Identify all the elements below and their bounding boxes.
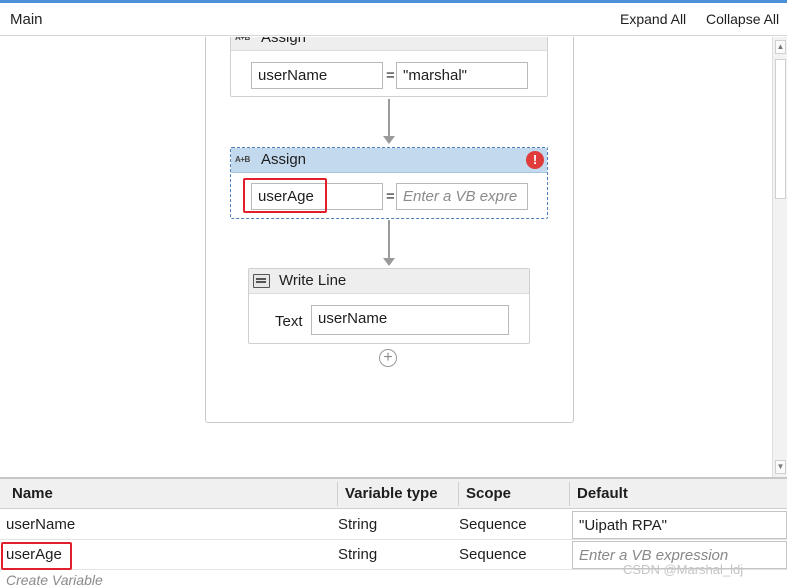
table-row[interactable]: userName String Sequence "Uipath RPA": [0, 510, 787, 540]
variable-type-cell[interactable]: String: [332, 540, 452, 569]
variable-default-field[interactable]: "Uipath RPA": [572, 511, 787, 539]
assign-equals-sign: =: [386, 67, 395, 84]
highlight-box-userage-variable: [1, 542, 72, 570]
column-header-scope[interactable]: Scope: [458, 479, 568, 508]
assign-activity-username[interactable]: A+B Assign userName = "marshal": [230, 37, 548, 97]
highlight-box-userage: [243, 178, 327, 213]
flow-arrow-icon: [383, 136, 395, 144]
write-line-text-field[interactable]: userName: [311, 305, 509, 335]
write-line-icon: [253, 274, 270, 288]
assign-activity-header[interactable]: A+B Assign: [231, 37, 547, 51]
error-icon[interactable]: !: [526, 151, 544, 169]
flow-arrow-icon: [383, 258, 395, 266]
expand-all-button[interactable]: Expand All: [620, 11, 686, 27]
assign-equals-sign: =: [386, 188, 395, 205]
watermark: CSDN @Marshal_ldj: [623, 562, 744, 577]
assign-value-field[interactable]: "marshal": [396, 62, 528, 89]
assign-icon: A+B: [235, 155, 250, 164]
vertical-scrollbar[interactable]: ▲ ▼: [772, 37, 787, 477]
scroll-thumb[interactable]: [775, 59, 786, 199]
breadcrumb-main[interactable]: Main: [10, 11, 43, 28]
assign-value-field[interactable]: Enter a VB expre: [396, 183, 528, 210]
create-variable-link[interactable]: Create Variable: [6, 572, 103, 587]
scroll-up-icon[interactable]: ▲: [775, 40, 786, 54]
flow-connector: [388, 99, 390, 137]
assign-to-field[interactable]: userName: [251, 62, 383, 89]
variable-scope-cell[interactable]: Sequence: [453, 510, 563, 539]
add-activity-icon[interactable]: +: [379, 349, 397, 367]
write-line-activity[interactable]: Write Line Text userName: [248, 268, 530, 344]
collapse-all-button[interactable]: Collapse All: [706, 11, 779, 27]
variable-type-cell[interactable]: String: [332, 510, 452, 539]
variable-name-cell[interactable]: userName: [0, 510, 330, 539]
flow-connector: [388, 220, 390, 258]
assign-activity-title: Assign: [261, 37, 307, 46]
write-line-text-label: Text: [275, 313, 303, 330]
variables-header-row: Name Variable type Scope Default: [0, 479, 787, 509]
assign-icon: A+B: [235, 37, 250, 42]
column-header-default[interactable]: Default: [569, 479, 779, 508]
designer-canvas: A+B Assign userName = "marshal" A+B Assi…: [0, 37, 772, 477]
write-line-title: Write Line: [279, 272, 347, 289]
variable-scope-cell[interactable]: Sequence: [453, 540, 563, 569]
write-line-header[interactable]: Write Line: [249, 269, 529, 294]
designer-header: Main Expand All Collapse All: [0, 3, 787, 36]
column-header-name[interactable]: Name: [4, 479, 334, 508]
scroll-down-icon[interactable]: ▼: [775, 460, 786, 474]
assign-activity-header[interactable]: A+B Assign !: [231, 148, 547, 173]
assign-activity-title: Assign: [261, 151, 307, 168]
column-header-variable-type[interactable]: Variable type: [337, 479, 457, 508]
